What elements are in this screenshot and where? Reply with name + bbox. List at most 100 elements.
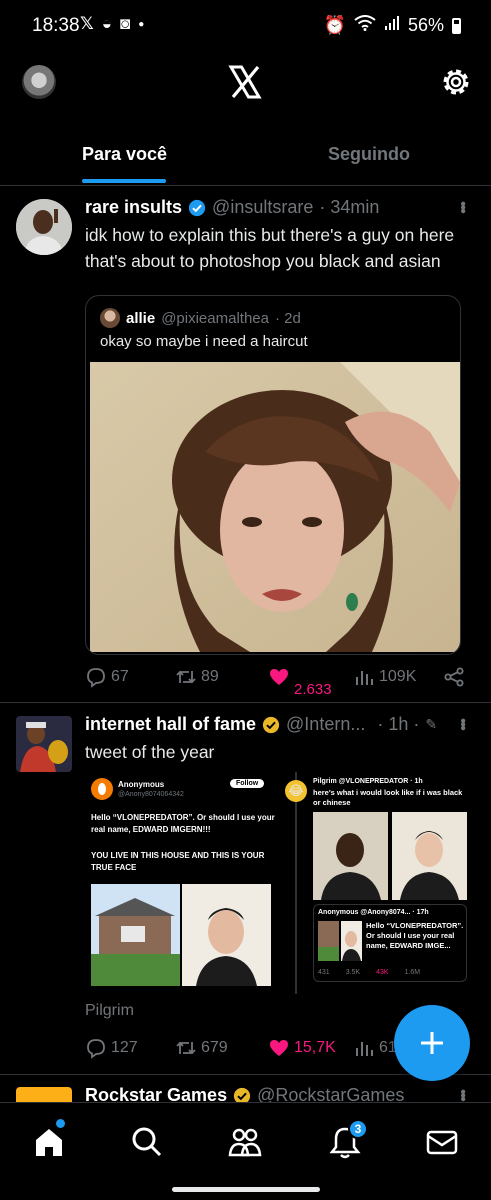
reply-count: 67: [111, 668, 129, 685]
communities-icon[interactable]: [228, 1125, 262, 1159]
reply-icon: [87, 1039, 105, 1059]
more-options-icon[interactable]: •••: [453, 201, 471, 212]
messages-mail-icon[interactable]: [425, 1125, 459, 1159]
avatar[interactable]: [16, 199, 72, 255]
gear-icon[interactable]: [439, 65, 473, 99]
view-count: 109K: [379, 668, 417, 685]
tweet-divider: [0, 702, 491, 703]
search-icon[interactable]: [130, 1125, 164, 1159]
plus-icon: [421, 1032, 443, 1054]
quote-author-name: allie: [126, 309, 156, 327]
tweet-time: · 34min: [319, 197, 380, 217]
timeline-tabs: Para você Seguindo: [0, 120, 491, 186]
embedded-inner-quote: Anonymous @Anony8074... · 17h Hello “VLO…: [313, 904, 467, 982]
dot-icon: ●: [138, 18, 145, 30]
profile-avatar[interactable]: [22, 65, 56, 99]
verified-gold-badge-icon: [262, 716, 280, 733]
tweet-text-line: idk how to explain this but there's a gu…: [85, 225, 455, 245]
author-name[interactable]: internet hall of fame: [85, 714, 256, 735]
emoji-avatar: 😂: [285, 780, 307, 802]
reply-button[interactable]: 67: [85, 666, 129, 688]
app-notification-icon: ◒: [101, 14, 112, 33]
like-button[interactable]: 15,7K: [268, 1037, 336, 1059]
avatar[interactable]: [16, 716, 72, 772]
inner-quote-images: [318, 921, 362, 961]
notifications-badge: 3: [348, 1119, 368, 1139]
embedded-left-text: YOU LIVE IN THIS HOUSE AND THIS IS YOUR …: [91, 851, 265, 872]
more-options-icon[interactable]: •••: [453, 1089, 471, 1100]
inner-stat: 1.6M: [404, 969, 421, 976]
embedded-screenshot[interactable]: Anonymous @Anony8074064342 Follow Hello …: [85, 772, 471, 994]
share-icon: [444, 667, 464, 687]
compose-post-button[interactable]: [394, 1005, 470, 1081]
views-button[interactable]: 109K: [353, 666, 416, 688]
inner-quote-text: Hello “VLONEPREDATOR”. Or should I use y…: [366, 921, 464, 950]
author-name[interactable]: rare insults: [85, 197, 182, 218]
reply-button[interactable]: 127: [85, 1037, 138, 1059]
author-handle[interactable]: @insultsrare: [212, 197, 313, 218]
embedded-right-images: [313, 812, 467, 900]
tweet-actions: 67 89 2.633 109K: [85, 666, 470, 698]
retweet-count: 679: [201, 1039, 228, 1056]
quote-avatar: [100, 308, 120, 328]
like-count: 2.633: [294, 680, 332, 698]
quoted-tweet[interactable]: allie @pixieamalthea · 2d okay so maybe …: [85, 295, 461, 655]
tweet-text: tweet of the year: [85, 742, 215, 762]
embedded-right-tweet: 😂 Pilgrim @VLONEPREDATOR · 1h here's wha…: [285, 772, 471, 994]
embedded-left-name: Anonymous: [118, 780, 165, 789]
wifi-icon: [354, 15, 376, 36]
status-time: 18:38: [32, 15, 80, 36]
battery-icon: [452, 17, 461, 34]
reply-icon: [87, 668, 105, 688]
reply-count: 127: [111, 1039, 138, 1056]
like-button[interactable]: 2.633: [268, 666, 332, 698]
retweet-icon: [176, 1041, 196, 1055]
tweet-header: rare insults @insultsrare · 34min: [85, 197, 379, 218]
active-tab-indicator: [82, 179, 166, 183]
home-unread-dot: [56, 1119, 65, 1128]
tweet-time: · 1h ·: [377, 714, 420, 734]
quote-header: allie @pixieamalthea · 2d: [100, 308, 301, 328]
embedded-left-text: Hello “VLONEPREDATOR”. Or should I use y…: [91, 813, 275, 834]
tab-following[interactable]: Seguindo: [328, 144, 410, 165]
quote-photo[interactable]: [90, 362, 460, 652]
embedded-images: [91, 884, 271, 986]
quote-text: okay so maybe i need a haircut: [100, 333, 308, 350]
top-header: [0, 52, 491, 112]
tweet-text-line: that's about to photoshop you black and …: [85, 251, 441, 271]
views-chart-icon: [356, 671, 373, 685]
status-notification-icons: 𝕏 ◒ ◙ ●: [80, 14, 144, 34]
heart-filled-icon: [270, 1040, 288, 1056]
share-button[interactable]: [443, 666, 465, 688]
more-options-icon[interactable]: •••: [453, 718, 471, 729]
tweet-text: idk how to explain this but there's a gu…: [85, 222, 465, 274]
embedded-right-text: here's what i would look like if i was b…: [313, 788, 463, 807]
alarm-icon: ⏰: [323, 15, 346, 35]
views-button[interactable]: 61: [353, 1037, 397, 1059]
bottom-navigation: 3: [0, 1102, 491, 1200]
retweet-button[interactable]: 679: [175, 1037, 228, 1059]
home-icon[interactable]: [32, 1125, 66, 1159]
like-count: 15,7K: [294, 1039, 336, 1056]
quote-author-handle: @pixieamalthea: [161, 309, 269, 327]
signal-icon: [384, 15, 400, 36]
x-logo-icon[interactable]: [227, 64, 263, 100]
discord-notification-icon: ◙: [119, 14, 131, 33]
retweet-icon: [176, 670, 196, 684]
battery-percent: 56%: [407, 15, 444, 35]
verified-badge-icon: [188, 199, 206, 216]
views-chart-icon: [356, 1042, 373, 1056]
inner-quote-stats: 431 3.5K 43K 1.6M: [318, 969, 420, 976]
tweet-header: internet hall of fame @Intern... · 1h · …: [85, 714, 437, 735]
retweet-button[interactable]: 89: [175, 666, 219, 688]
tab-for-you[interactable]: Para você: [82, 144, 167, 165]
embedded-left-tweet: Anonymous @Anony8074064342 Follow Hello …: [85, 772, 285, 994]
inner-stat: 3.5K: [345, 969, 361, 976]
retweet-count: 89: [201, 668, 219, 685]
author-handle[interactable]: @Intern...: [286, 714, 365, 735]
gesture-bar[interactable]: [172, 1187, 320, 1192]
quote-time: · 2d: [274, 309, 301, 327]
inner-quote-name: Anonymous @Anony8074... · 17h: [318, 909, 429, 916]
pencil-icon: ✎: [425, 716, 438, 732]
embedded-right-name: Pilgrim @VLONEPREDATOR · 1h: [313, 778, 423, 785]
